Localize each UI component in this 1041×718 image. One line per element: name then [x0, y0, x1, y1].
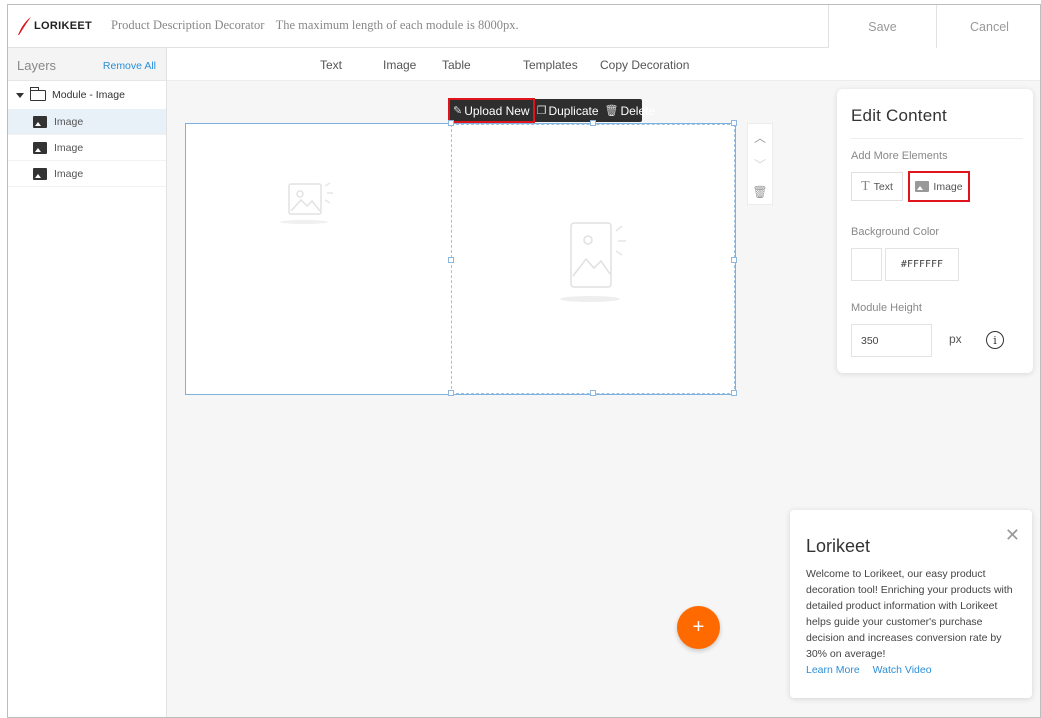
layer-item-label: Image: [54, 115, 84, 128]
caret-down-icon[interactable]: [16, 92, 24, 98]
app-name: Product Description Decorator: [111, 18, 265, 32]
resize-handle[interactable]: [731, 390, 737, 396]
module-height-label: Module Height: [851, 302, 922, 314]
duplicate-button[interactable]: ❐ Duplicate: [534, 99, 602, 122]
welcome-body: Welcome to Lorikeet, our easy product de…: [806, 568, 1013, 660]
add-image-button[interactable]: Image: [908, 171, 970, 202]
menu-image[interactable]: Image: [383, 58, 416, 72]
delete-module-icon[interactable]: 🗑︎: [748, 178, 772, 205]
module-height-input[interactable]: 350: [851, 324, 932, 357]
folder-icon: [30, 86, 46, 101]
resize-handle[interactable]: [590, 120, 596, 126]
remove-all-link[interactable]: Remove All: [103, 60, 156, 72]
duplicate-label: Duplicate: [548, 103, 599, 118]
length-hint: The maximum length of each module is 800…: [275, 18, 519, 32]
logo-text: LORIKEET: [34, 20, 93, 32]
move-down-icon[interactable]: ﹀: [748, 151, 772, 178]
bg-color-input[interactable]: #FFFFFF: [885, 248, 959, 281]
edit-content-title: Edit Content: [851, 106, 947, 125]
layer-module[interactable]: Module - Image: [8, 81, 166, 109]
image-icon: [33, 141, 47, 154]
layer-item-label: Image: [54, 167, 84, 180]
delete-label: Delete: [620, 103, 656, 118]
info-icon[interactable]: i: [986, 331, 1004, 349]
resize-handle[interactable]: [731, 120, 737, 126]
element-menu: Text Image Table Templates Copy Decorati…: [167, 48, 1040, 81]
learn-more-link[interactable]: Learn More: [806, 664, 860, 676]
cancel-button[interactable]: Cancel: [936, 5, 1040, 48]
upload-new-button[interactable]: ✎ Upload New: [448, 98, 535, 123]
welcome-links: Learn More Watch Video: [806, 664, 932, 676]
divider: [851, 138, 1023, 139]
image-placeholder-icon: [560, 222, 626, 302]
move-up-icon[interactable]: ︿: [748, 124, 772, 151]
module-label: Module - Image: [52, 89, 125, 101]
resize-handle[interactable]: [448, 257, 454, 263]
feather-icon: [18, 17, 31, 35]
delete-button[interactable]: 🗑︎ Delete: [602, 99, 659, 122]
welcome-popup: Lorikeet ✕ Welcome to Lorikeet, our easy…: [790, 510, 1032, 698]
image-icon: [33, 115, 47, 128]
resize-handle[interactable]: [731, 257, 737, 263]
image-slot-left[interactable]: [186, 124, 451, 394]
add-text-button[interactable]: T Text: [851, 172, 903, 201]
image-module[interactable]: [185, 120, 737, 396]
resize-handle[interactable]: [590, 390, 596, 396]
pencil-icon: ✎: [453, 105, 463, 117]
app-title: Product Description Decorator The maximu…: [111, 18, 519, 33]
lorikeet-logo: LORIKEET: [16, 15, 92, 37]
bg-color-label: Background Color: [851, 226, 940, 238]
app-frame: LORIKEET Product Description Decorator T…: [7, 4, 1041, 718]
welcome-title: Lorikeet: [806, 536, 871, 556]
header-bar: LORIKEET Product Description Decorator T…: [8, 5, 1040, 48]
layer-item-image-1[interactable]: Image: [8, 109, 166, 135]
layer-item-image-3[interactable]: Image: [8, 161, 166, 187]
watch-video-link[interactable]: Watch Video: [873, 664, 932, 676]
add-more-label: Add More Elements: [851, 150, 948, 162]
layers-sidebar: Layers Remove All Module - Image Image I…: [8, 48, 167, 717]
module-tools: ︿ ﹀ 🗑︎: [747, 123, 773, 205]
menu-table[interactable]: Table: [442, 58, 471, 72]
image-icon: [33, 167, 47, 180]
menu-copy-decoration[interactable]: Copy Decoration: [600, 58, 689, 72]
text-icon: T: [861, 178, 870, 194]
layers-header: Layers Remove All: [8, 48, 166, 81]
menu-text[interactable]: Text: [320, 58, 342, 72]
layers-title: Layers: [17, 58, 57, 73]
upload-new-label: Upload New: [464, 103, 530, 118]
resize-handle[interactable]: [448, 120, 454, 126]
color-swatch[interactable]: [851, 248, 882, 281]
save-button[interactable]: Save: [828, 5, 936, 48]
layer-item-label: Image: [54, 141, 84, 154]
image-toolbar: ✎ Upload New ❐ Duplicate 🗑︎ Delete: [448, 98, 655, 123]
unit-label: px: [949, 332, 962, 346]
add-image-label: Image: [933, 180, 963, 193]
image-slot-right[interactable]: [451, 124, 735, 394]
image-placeholder-icon: [280, 182, 333, 224]
copy-icon: ❐: [536, 105, 547, 117]
trash-icon: 🗑︎: [604, 105, 619, 117]
menu-templates[interactable]: Templates: [523, 58, 578, 72]
add-text-label: Text: [873, 180, 893, 193]
layer-item-image-2[interactable]: Image: [8, 135, 166, 161]
close-icon[interactable]: ✕: [1005, 526, 1020, 544]
resize-handle[interactable]: [448, 390, 454, 396]
image-icon: [915, 181, 930, 192]
add-module-button[interactable]: +: [677, 606, 720, 649]
edit-content-panel: Edit Content Add More Elements T Text Im…: [837, 89, 1033, 373]
